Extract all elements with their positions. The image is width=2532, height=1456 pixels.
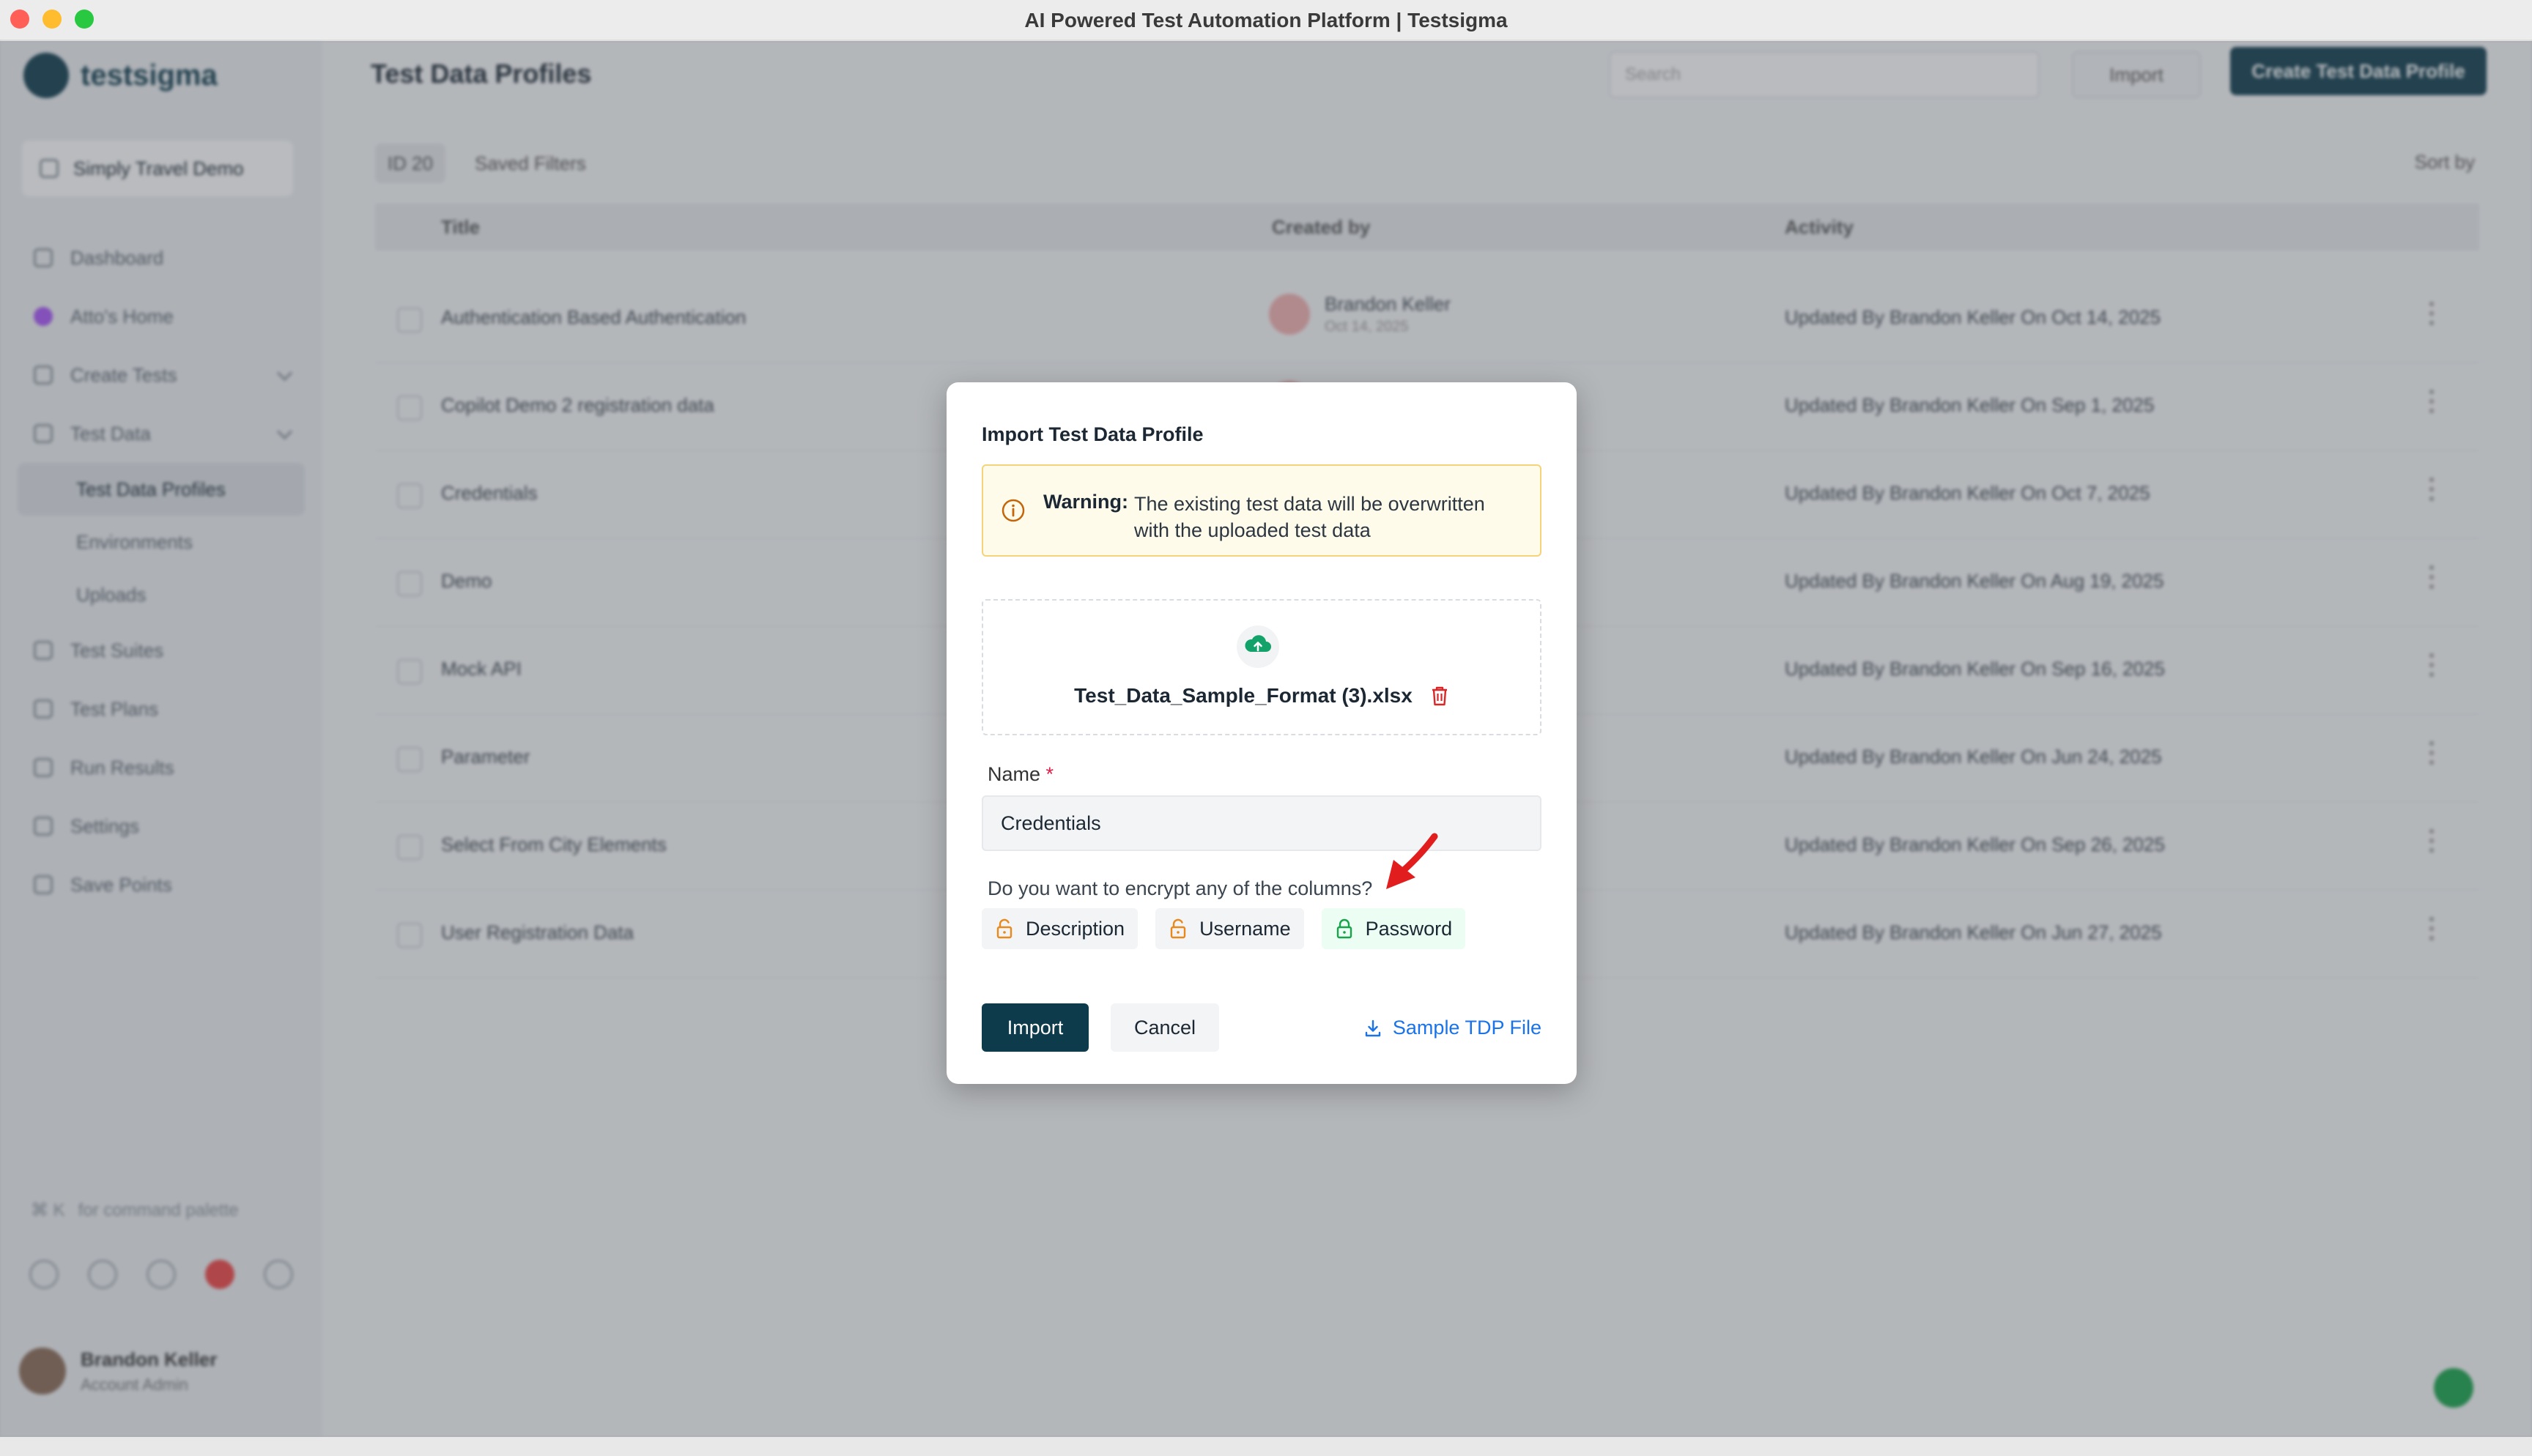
encrypt-column-label: Description <box>1026 917 1125 940</box>
lock-open-icon <box>996 918 1013 939</box>
required-asterisk: * <box>1045 763 1054 785</box>
name-field[interactable] <box>982 795 1541 851</box>
window-bottom-strip <box>0 1437 2532 1456</box>
encrypt-column-label: Password <box>1365 917 1453 940</box>
encrypt-column-chip-password[interactable]: Password <box>1321 908 1466 949</box>
warning-info-icon <box>1002 499 1025 522</box>
name-field-label: Name * <box>988 763 1054 786</box>
name-label-text: Name <box>988 763 1041 785</box>
lock-closed-icon <box>1336 918 1352 939</box>
uploaded-file-name: Test_Data_Sample_Format (3).xlsx <box>1074 684 1413 707</box>
download-icon <box>1365 1019 1381 1036</box>
uploaded-file: Test_Data_Sample_Format (3).xlsx <box>983 684 1540 707</box>
dialog-title: Import Test Data Profile <box>982 423 1204 445</box>
cancel-button[interactable]: Cancel <box>1111 1003 1219 1052</box>
red-annotation-arrow-icon <box>1386 833 1438 889</box>
encrypt-column-chips: Description Username Password <box>982 908 1466 949</box>
encrypt-columns-question: Do you want to encrypt any of the column… <box>988 877 1373 899</box>
window-title: AI Powered Test Automation Platform | Te… <box>1024 9 1508 31</box>
warning-text: The existing test data will be overwritt… <box>1134 493 1485 541</box>
import-submit-button[interactable]: Import <box>982 1003 1089 1052</box>
encrypt-column-chip-username[interactable]: Username <box>1155 908 1304 949</box>
encrypt-column-label: Username <box>1199 917 1291 940</box>
trash-icon[interactable] <box>1430 685 1449 707</box>
lock-open-icon <box>1170 918 1186 939</box>
sample-tdp-file-label: Sample TDP File <box>1392 1017 1541 1039</box>
encrypt-column-chip-description[interactable]: Description <box>982 908 1139 949</box>
import-test-data-profile-dialog: Import Test Data Profile Warning: The ex… <box>947 382 1577 1084</box>
cloud-upload-icon <box>1237 625 1279 668</box>
warning-label: Warning: <box>1043 491 1128 513</box>
warning-banner: Warning: The existing test data will be … <box>982 464 1541 557</box>
window-titlebar: AI Powered Test Automation Platform | Te… <box>0 0 2532 41</box>
sample-tdp-file-link[interactable]: Sample TDP File <box>1363 1017 1541 1039</box>
file-upload-dropzone[interactable]: Test_Data_Sample_Format (3).xlsx <box>982 599 1541 735</box>
